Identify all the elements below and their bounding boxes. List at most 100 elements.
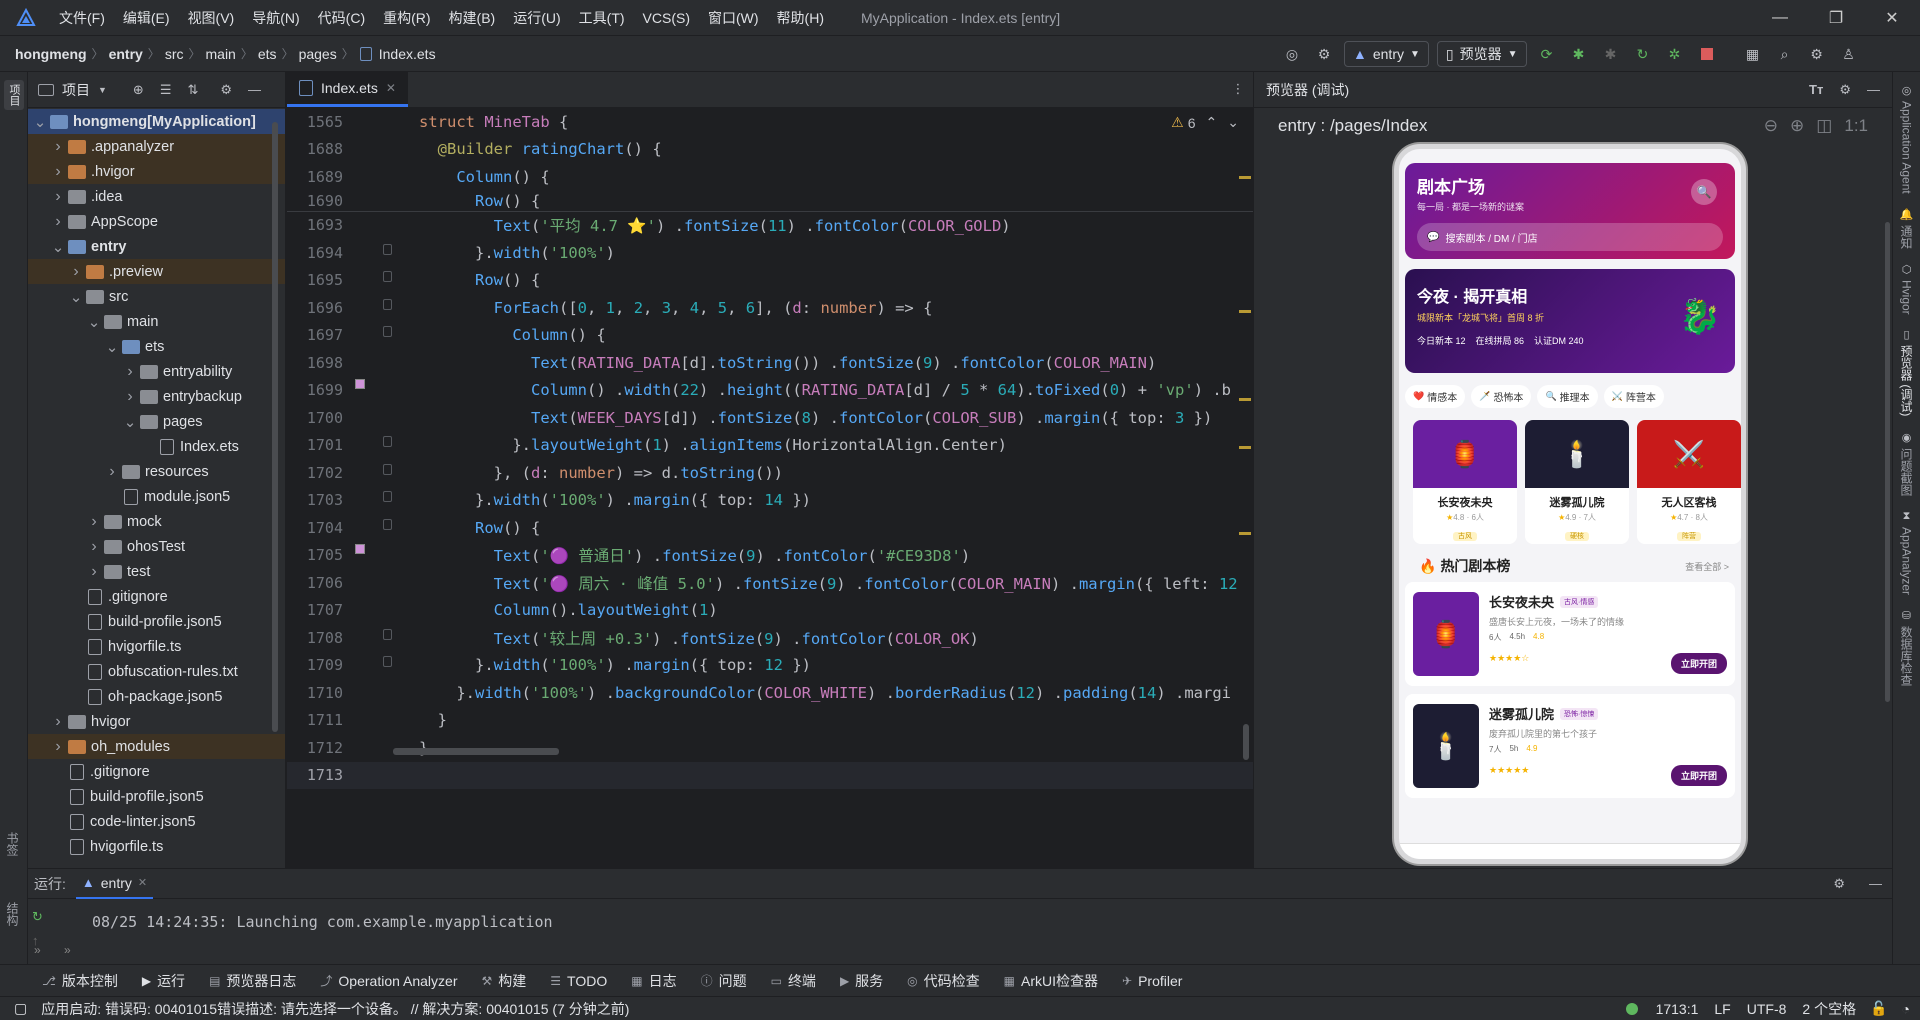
settings-icon[interactable]: ⚙ [1833, 876, 1845, 892]
chevron-right-icon[interactable]: › [104, 463, 120, 481]
chevron-right-icon[interactable]: › [86, 538, 102, 556]
bug-hunter-icon[interactable]: ⚙ [1312, 42, 1336, 66]
fold-marker-icon[interactable] [383, 463, 392, 475]
breadcrumb-item[interactable]: ets [255, 46, 280, 62]
tree-item[interactable]: Index.ets [28, 434, 285, 459]
bottom-tool-button[interactable]: ▭ 终端 [759, 971, 828, 991]
app-tab-bar[interactable] [1399, 843, 1741, 859]
hide-icon[interactable]: — [248, 82, 261, 97]
breadcrumb-item[interactable]: Index.ets [376, 46, 439, 62]
code-line[interactable]: 1693 Text('平均 4.7 ⭐') .fontSize(11) .fon… [287, 212, 1253, 240]
project-panel-title[interactable]: 项目 [62, 80, 90, 100]
code-lines[interactable]: 1693 Text('平均 4.7 ⭐') .fontSize(11) .fon… [287, 212, 1253, 789]
bottom-tool-button[interactable]: ▶ 服务 [828, 971, 895, 991]
rerun-icon[interactable]: ↻ [32, 909, 43, 925]
target-icon[interactable]: ◎ [1280, 42, 1304, 66]
device-select[interactable]: ▯ 预览器 ▼ [1436, 41, 1527, 67]
user-icon[interactable]: ♙ [1837, 42, 1861, 66]
fold-marker-icon[interactable] [383, 436, 392, 447]
warning-stripe[interactable] [1239, 310, 1251, 313]
menu-item[interactable]: 视图(V) [179, 0, 244, 36]
chevron-right-icon[interactable]: › [86, 563, 102, 581]
color-swatch-icon[interactable] [355, 379, 365, 389]
code-line[interactable]: 1710 }.width('100%') .backgroundColor(CO… [287, 679, 1253, 707]
tree-item[interactable]: › test [28, 559, 285, 584]
code-line[interactable]: 1689 Column() { [287, 163, 1253, 191]
bottom-tool-button[interactable]: ☰ TODO [538, 973, 619, 989]
attach-debugger-icon[interactable]: ✱ [1599, 42, 1623, 66]
tree-item[interactable]: › hvigor [28, 709, 285, 734]
chevron-up-icon[interactable]: ⌃ [1206, 114, 1218, 131]
rerun-icon[interactable]: ⟳ [1535, 42, 1559, 66]
right-tool-button[interactable]: ⛁ 数据库检查 [1898, 609, 1915, 686]
app-search-icon[interactable]: 🔍 [1691, 179, 1717, 205]
more-icon[interactable]: ⋮ [1223, 71, 1253, 107]
project-tool-button[interactable]: 项目 [4, 80, 24, 110]
featured-card[interactable]: ⚔️ 无人区客栈 ★4.7 · 8人 阵营 [1637, 420, 1741, 544]
tree-item[interactable]: hvigorfile.ts [28, 834, 285, 859]
bottom-tool-button[interactable]: ◎ 代码检查 [895, 971, 991, 991]
vertical-scrollbar[interactable] [1243, 724, 1249, 760]
code-line[interactable]: 1701 }.layoutWeight(1) .alignItems(Horiz… [287, 432, 1253, 460]
start-group-button[interactable]: 立即开团 [1670, 765, 1727, 786]
chevron-down-icon[interactable]: ⌄ [50, 238, 66, 256]
tree-item[interactable]: › .hvigor [28, 159, 285, 184]
code-line[interactable]: 1696 ForEach([0, 1, 2, 3, 4, 5, 6], (d: … [287, 294, 1253, 322]
collapse-all-icon[interactable]: ⇅ [187, 82, 198, 98]
run-config-select[interactable]: ▲ entry ▼ [1344, 41, 1429, 67]
chevron-right-icon[interactable]: › [50, 213, 66, 231]
right-tool-button[interactable]: ⬡ Hvigor [1900, 263, 1914, 315]
bottom-tool-button[interactable]: ⎇ 版本控制 [0, 971, 130, 991]
tree-item[interactable]: › AppScope [28, 209, 285, 234]
code-line[interactable]: 1704 Row() { [287, 514, 1253, 542]
tree-item[interactable]: build-profile.json5 [28, 784, 285, 809]
right-tool-button[interactable]: ◉ 问题截图 [1898, 431, 1915, 496]
chevron-right-icon[interactable]: › [122, 388, 138, 406]
category-chip[interactable]: 🔍 推理本 [1537, 385, 1598, 408]
tree-item[interactable]: oh-package.json5 [28, 684, 285, 709]
chevron-down-icon[interactable]: ⌄ [122, 413, 138, 431]
category-chip[interactable]: 🗡️ 恐怖本 [1471, 385, 1532, 408]
tree-item[interactable]: ⌄ entry [28, 234, 285, 259]
color-swatch-icon[interactable] [355, 544, 365, 554]
code-line[interactable]: 1694 }.width('100%') [287, 239, 1253, 267]
chevron-down-icon[interactable]: ▼ [98, 85, 107, 95]
tree-item[interactable]: › .idea [28, 184, 285, 209]
debug-icon[interactable]: ✱ [1567, 42, 1591, 66]
reload-icon[interactable]: ↻ [1631, 42, 1655, 66]
close-tab-icon[interactable]: ✕ [138, 876, 147, 889]
code-line[interactable]: 1565 struct MineTab { [287, 108, 1253, 136]
structure-tool-button[interactable]: 结构 [4, 902, 21, 929]
notification-icon[interactable]: ◔ [1902, 1001, 1910, 1017]
previewer-scrollbar[interactable] [1885, 222, 1890, 702]
bottom-tool-button[interactable]: ▦ 日志 [619, 971, 688, 991]
chevron-right-icon[interactable]: › [86, 513, 102, 531]
fold-marker-icon[interactable] [383, 271, 392, 282]
chevron-right-icon[interactable]: › [68, 263, 84, 281]
run-tab-entry[interactable]: ▲ entry ✕ [75, 869, 154, 899]
tree-item[interactable]: ⌄ pages [28, 409, 285, 434]
file-encoding[interactable]: UTF-8 [1747, 1001, 1787, 1017]
tree-item[interactable]: › .preview [28, 259, 285, 284]
menu-item[interactable]: 帮助(H) [768, 0, 833, 36]
hide-icon[interactable]: — [1869, 876, 1882, 891]
tree-item[interactable]: hvigorfile.ts [28, 634, 285, 659]
tab-index-ets[interactable]: Index.ets ✕ [287, 71, 408, 107]
panel-toggle-icon[interactable]: ▢ [14, 1000, 27, 1017]
menu-item[interactable]: 窗口(W) [699, 0, 768, 36]
code-line[interactable]: 1705 Text('🟣 普通日') .fontSize(9) .fontCol… [287, 542, 1253, 570]
code-line[interactable]: 1698 Text(RATING_DATA[d].toString()) .fo… [287, 349, 1253, 377]
horizontal-scrollbar[interactable] [393, 748, 559, 755]
line-separator[interactable]: LF [1714, 1001, 1730, 1017]
breadcrumb-item[interactable]: entry [106, 46, 146, 62]
settings-icon[interactable]: ⚙ [1805, 42, 1829, 66]
code-line[interactable]: 1700 Text(WEEK_DAYS[d]) .fontSize(8) .fo… [287, 404, 1253, 432]
tree-item[interactable]: .gitignore [28, 759, 285, 784]
fold-marker-icon[interactable] [383, 243, 392, 255]
zoom-out-icon[interactable]: ⊖ [1764, 116, 1778, 136]
menu-item[interactable]: 代码(C) [309, 0, 374, 36]
chevron-right-icon[interactable]: › [50, 163, 66, 181]
tree-item[interactable]: module.json5 [28, 484, 285, 509]
menu-item[interactable]: 工具(T) [570, 0, 634, 36]
settings-icon[interactable]: ⚙ [220, 82, 232, 98]
